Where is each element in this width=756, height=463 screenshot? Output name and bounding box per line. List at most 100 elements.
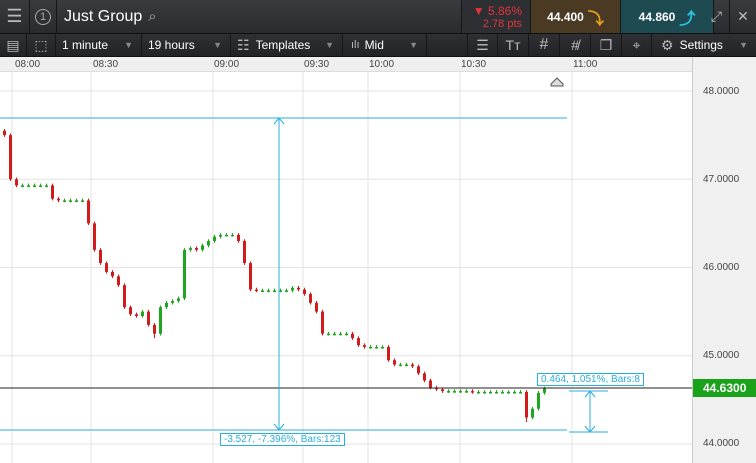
- chevron-down-icon: ▼: [124, 40, 133, 50]
- candle: [201, 245, 204, 250]
- candle: [39, 185, 42, 187]
- price-label: 44.0000: [703, 438, 740, 449]
- text-button[interactable]: Tт: [498, 34, 529, 56]
- time-label: 11:00: [573, 59, 598, 70]
- candle: [495, 391, 498, 394]
- candle: [261, 290, 264, 292]
- measure-label: 0.464, 1.051%, Bars:8: [537, 373, 644, 386]
- candle: [183, 249, 186, 299]
- grid-button[interactable]: #: [529, 34, 560, 56]
- menu-button[interactable]: ☰: [0, 0, 30, 33]
- candle: [501, 391, 504, 394]
- search-icon[interactable]: ⌕: [148, 8, 156, 25]
- price-axis[interactable]: 48.0000 47.0000 46.0000 45.0000 44.0000 …: [692, 57, 756, 463]
- candle: [309, 293, 312, 303]
- candle: [477, 391, 480, 394]
- circle-number-icon: 1: [35, 8, 51, 25]
- candle: [291, 287, 294, 291]
- candle: [147, 311, 150, 325]
- candle: [285, 290, 288, 292]
- interval-select[interactable]: 1 minute ▼: [56, 34, 142, 56]
- time-label: 09:00: [214, 59, 240, 70]
- span-select[interactable]: 19 hours ▼: [142, 34, 231, 56]
- maximize-button[interactable]: ⤢: [704, 0, 730, 33]
- grid-pencil-icon: #̸: [571, 37, 579, 53]
- candle: [417, 366, 420, 374]
- header-bar: ☰ 1 Just Group ⌕ ▼ 5.86% 2.78 pts 44.400…: [0, 0, 756, 34]
- time-label: 09:30: [304, 59, 330, 70]
- candle: [399, 364, 402, 367]
- candle: [63, 200, 66, 202]
- buy-button[interactable]: 44.860 ⤴: [621, 0, 714, 33]
- price-chart[interactable]: [0, 72, 692, 463]
- scale-icon: ☰: [476, 36, 489, 53]
- candle: [333, 333, 336, 336]
- candle: [75, 200, 78, 202]
- candle: [213, 236, 216, 242]
- buy-price: 44.860: [638, 9, 676, 24]
- candle: [99, 249, 102, 264]
- candle: [123, 285, 126, 308]
- time-axis[interactable]: 08:00 08:30 09:00 09:30 10:00 10:30 11:0…: [0, 57, 692, 72]
- candle: [153, 324, 156, 334]
- candle: [429, 380, 432, 388]
- candle: [519, 391, 522, 394]
- link-group-button[interactable]: 1: [30, 0, 57, 33]
- text-icon: Tт: [505, 37, 521, 53]
- candle: [327, 333, 330, 336]
- chevron-down-icon: ▼: [213, 40, 222, 50]
- settings-select[interactable]: ⚙ Settings ▼: [652, 34, 756, 56]
- layout-button[interactable]: ⬚: [27, 34, 56, 56]
- candle: [207, 241, 210, 246]
- settings-label: Settings: [679, 38, 723, 52]
- instrument-search[interactable]: Just Group ⌕: [57, 0, 461, 33]
- price-label: 47.0000: [703, 174, 740, 185]
- close-icon: ✕: [737, 8, 749, 24]
- close-button[interactable]: ✕: [730, 0, 756, 33]
- candle: [303, 289, 306, 294]
- windows-button[interactable]: ❐: [591, 34, 622, 56]
- grid-edit-button[interactable]: #̸: [560, 34, 591, 56]
- change-display: ▼ 5.86% 2.78 pts: [461, 0, 531, 33]
- candle: [27, 185, 30, 187]
- candle: [411, 364, 414, 367]
- windows-icon: ❐: [599, 36, 613, 53]
- candle: [105, 263, 108, 272]
- chevron-down-icon: ▼: [325, 40, 334, 50]
- candle: [51, 185, 54, 199]
- candle: [87, 200, 90, 224]
- price-type-select[interactable]: ılı Mid ▼: [343, 34, 427, 56]
- templates-select[interactable]: ☷ Templates ▼: [231, 34, 343, 56]
- candle: [129, 307, 132, 315]
- candle: [111, 271, 114, 277]
- time-label: 10:00: [369, 59, 395, 70]
- candle: [69, 200, 72, 202]
- crosshair-button[interactable]: ⌖: [622, 34, 652, 56]
- candle: [405, 364, 408, 367]
- candles-icon: ılı: [351, 39, 360, 51]
- candle: [15, 179, 18, 186]
- time-label: 08:30: [93, 59, 119, 70]
- scale-button[interactable]: ☰: [468, 34, 498, 56]
- sliders-icon: ☷: [237, 36, 250, 53]
- candle: [195, 248, 198, 250]
- hamburger-icon: ☰: [6, 6, 23, 26]
- candle: [483, 391, 486, 394]
- change-points: 2.78 pts: [482, 17, 522, 30]
- toolbar-spacer: [427, 34, 468, 56]
- templates-label: Templates: [255, 38, 311, 52]
- candle: [357, 338, 360, 346]
- candle: [57, 198, 60, 201]
- candle: [225, 234, 228, 237]
- candle: [543, 388, 546, 393]
- candle: [321, 311, 324, 334]
- candle: [387, 346, 390, 361]
- candle: [363, 345, 366, 347]
- list-button[interactable]: ▤: [0, 34, 27, 56]
- candle: [135, 314, 138, 317]
- candle: [489, 391, 492, 394]
- candle: [171, 301, 174, 303]
- sell-price: 44.400: [547, 9, 584, 24]
- sell-button[interactable]: 44.400 ⤵: [531, 0, 621, 33]
- candle: [525, 391, 528, 418]
